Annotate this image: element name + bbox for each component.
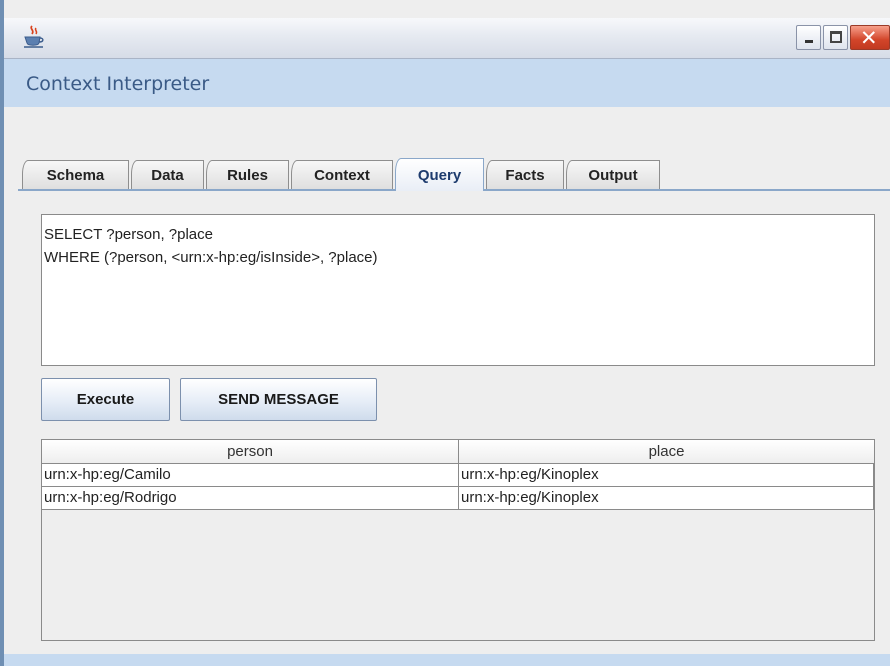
tab-output[interactable]: Output bbox=[566, 160, 660, 189]
table-cell[interactable]: urn:x-hp:eg/Kinoplex bbox=[459, 464, 874, 487]
header-band: Context Interpreter bbox=[4, 59, 890, 107]
page-title: Context Interpreter bbox=[26, 73, 210, 95]
tab-rules[interactable]: Rules bbox=[206, 160, 289, 189]
close-button[interactable]: ✕ bbox=[850, 25, 890, 50]
send-message-button[interactable]: SEND MESSAGE bbox=[180, 378, 377, 421]
table-cell[interactable]: urn:x-hp:eg/Camilo bbox=[42, 464, 459, 487]
close-icon: ✕ bbox=[860, 26, 878, 50]
table-cell[interactable]: urn:x-hp:eg/Rodrigo bbox=[42, 487, 459, 510]
minimize-icon bbox=[805, 40, 813, 43]
java-coffee-cup-icon bbox=[24, 25, 44, 48]
column-header-place[interactable]: place bbox=[459, 440, 874, 464]
query-line: WHERE (?person, <urn:x-hp:eg/isInside>, … bbox=[44, 249, 378, 266]
table-row[interactable]: urn:x-hp:eg/Camilo urn:x-hp:eg/Kinoplex bbox=[42, 464, 874, 487]
tab-data[interactable]: Data bbox=[131, 160, 204, 189]
tab-label: Schema bbox=[46, 166, 105, 184]
tab-facts[interactable]: Facts bbox=[486, 160, 564, 189]
column-header-person[interactable]: person bbox=[42, 440, 459, 464]
tab-schema[interactable]: Schema bbox=[22, 160, 129, 189]
maximize-icon bbox=[830, 31, 842, 43]
application-window: ✕ Context Interpreter Schema Data Rules … bbox=[0, 0, 890, 666]
query-line: SELECT ?person, ?place bbox=[44, 226, 213, 243]
results-table[interactable]: person place urn:x-hp:eg/Camilo urn:x-hp… bbox=[41, 439, 875, 641]
execute-button[interactable]: Execute bbox=[41, 378, 170, 421]
tab-label: Query bbox=[417, 166, 462, 184]
tab-label: Data bbox=[151, 166, 184, 184]
tab-label: Output bbox=[588, 166, 638, 184]
query-text-area[interactable]: SELECT ?person, ?place WHERE (?person, <… bbox=[41, 214, 875, 366]
table-cell[interactable]: urn:x-hp:eg/Kinoplex bbox=[459, 487, 874, 510]
title-bar[interactable]: ✕ bbox=[4, 18, 890, 59]
status-strip bbox=[4, 654, 890, 666]
tab-label: Context bbox=[314, 166, 370, 184]
table-row[interactable]: urn:x-hp:eg/Rodrigo urn:x-hp:eg/Kinoplex bbox=[42, 487, 874, 510]
maximize-button[interactable] bbox=[823, 25, 848, 50]
table-header: person place bbox=[42, 440, 874, 464]
tab-context[interactable]: Context bbox=[291, 160, 393, 189]
minimize-button[interactable] bbox=[796, 25, 821, 50]
tab-label: Facts bbox=[505, 166, 545, 184]
tab-label: Rules bbox=[227, 166, 268, 184]
tab-query[interactable]: Query bbox=[395, 158, 484, 191]
